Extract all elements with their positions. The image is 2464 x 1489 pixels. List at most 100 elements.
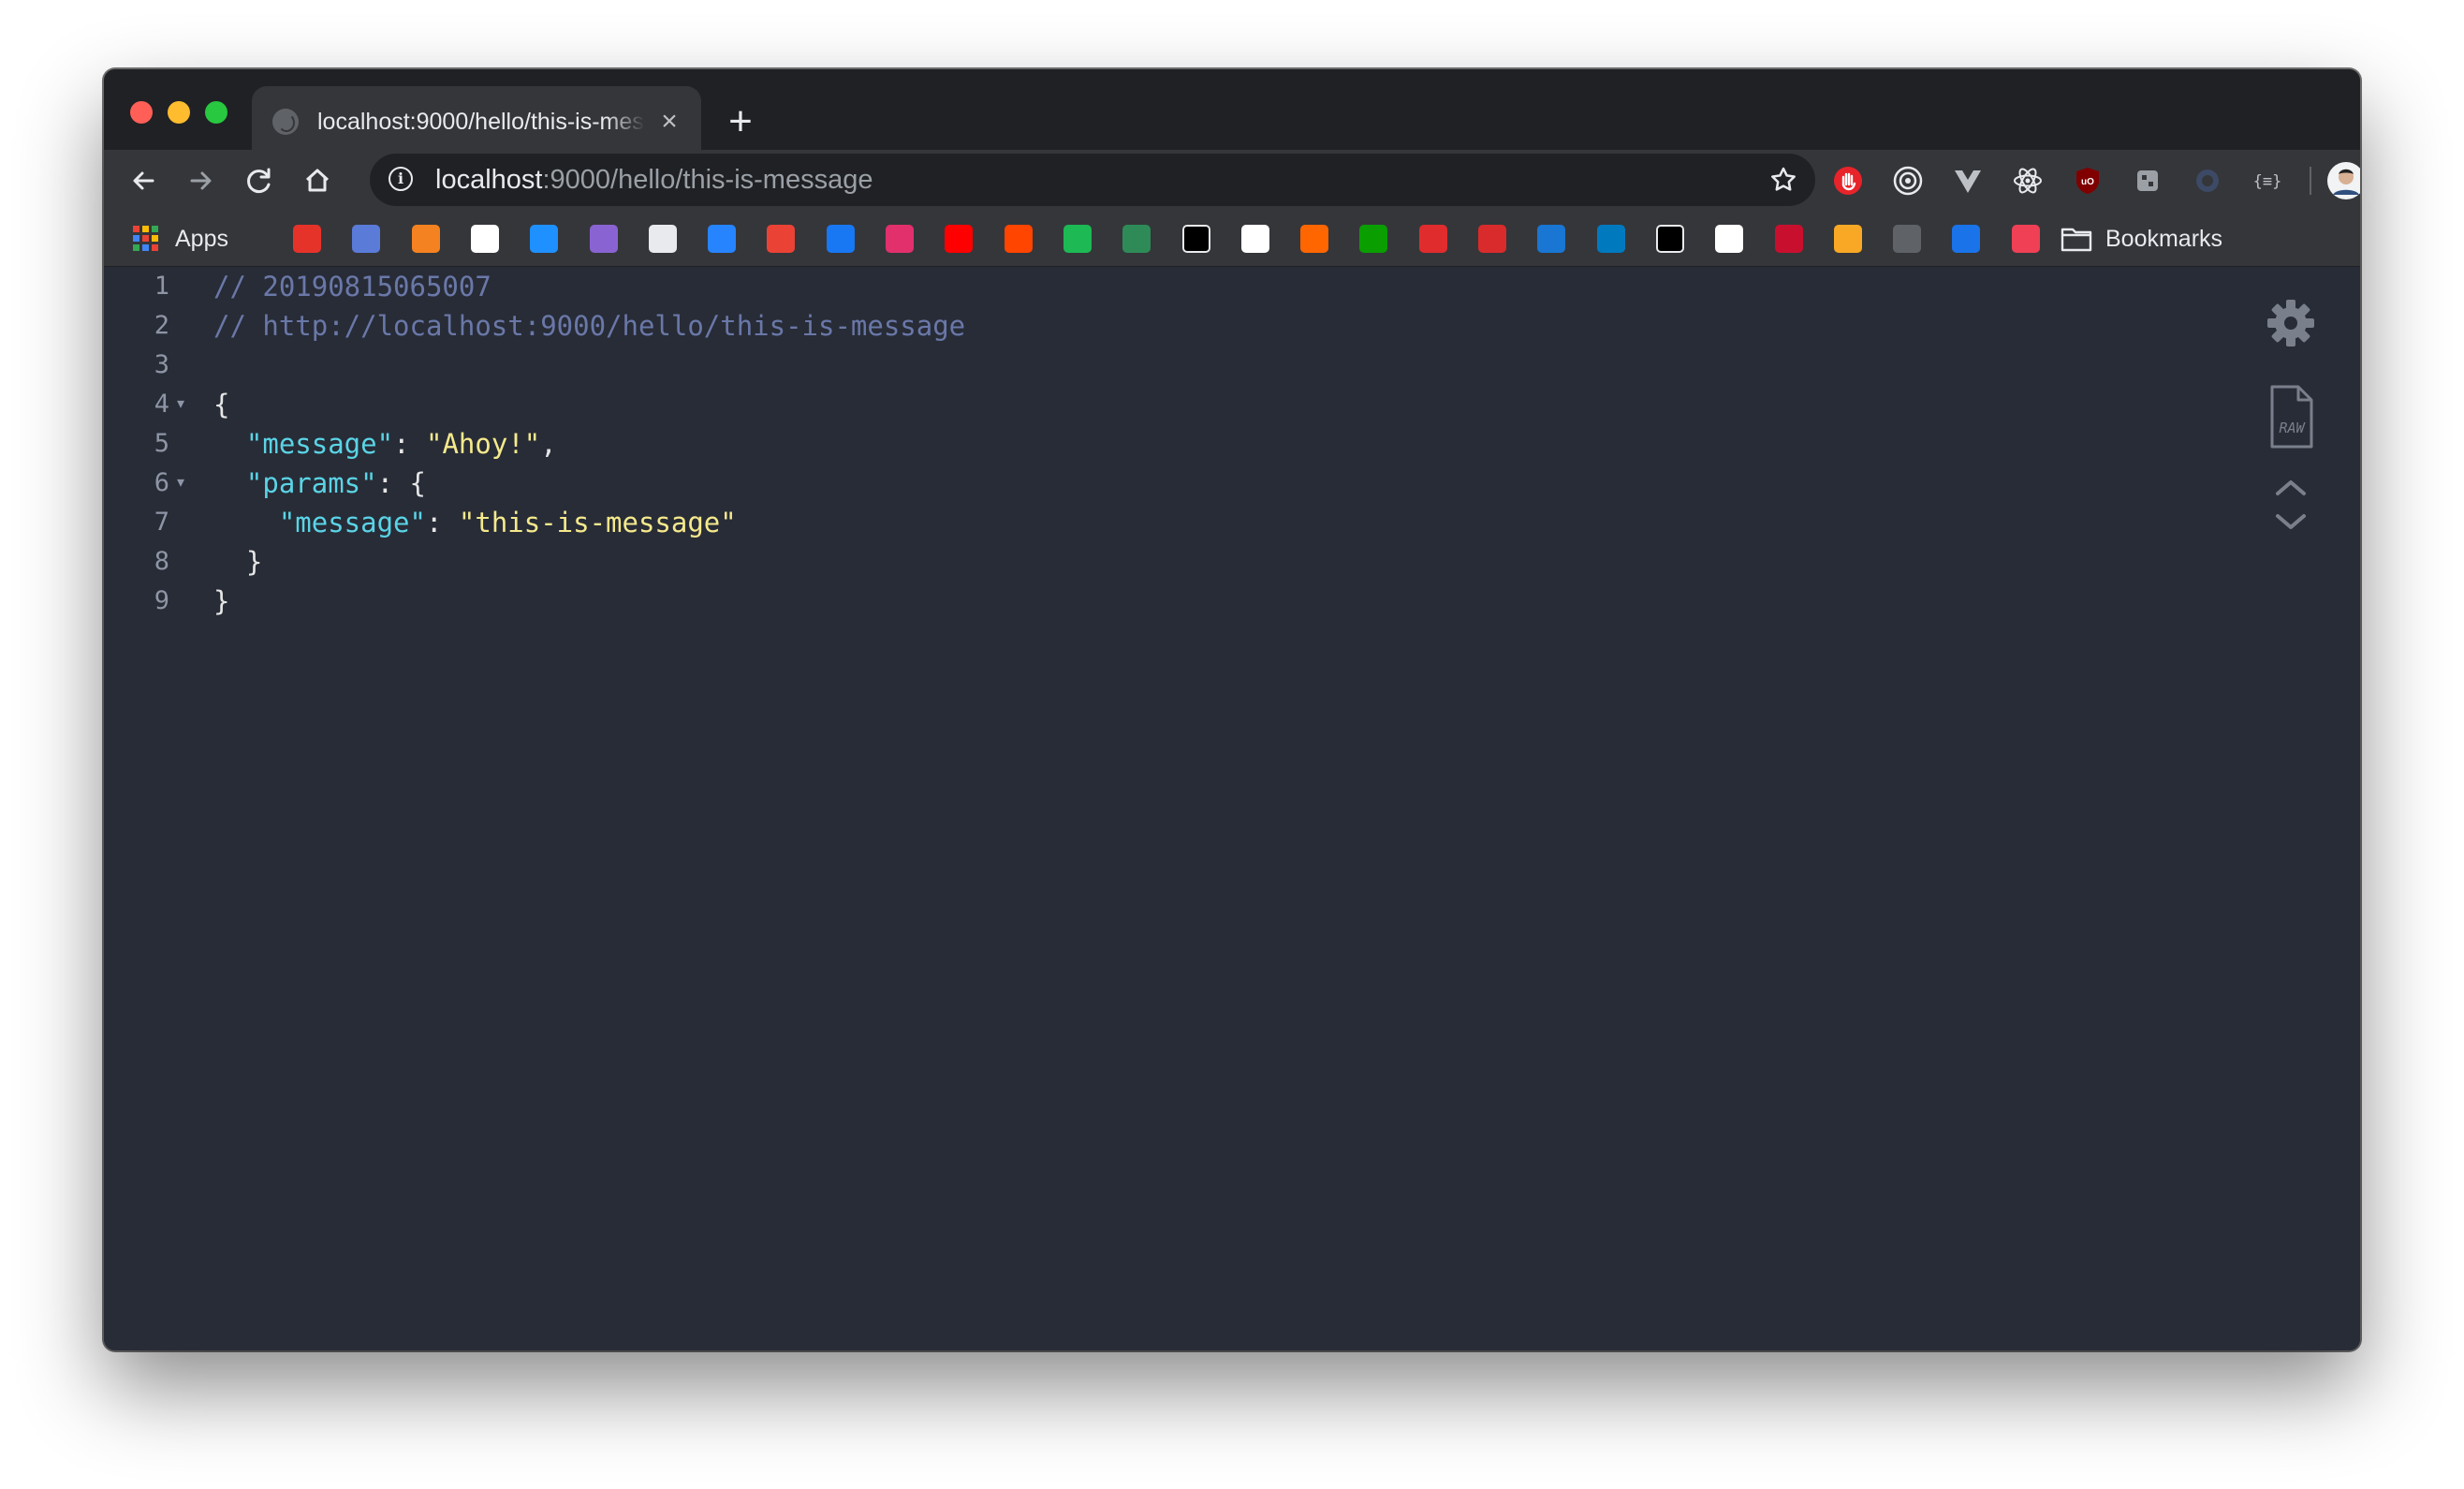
bookmark-favicon-icon[interactable] [1241,225,1269,253]
circle-icon[interactable] [2192,165,2223,197]
star-icon[interactable] [1768,165,1798,195]
bookmark-favicon-icon[interactable] [767,225,795,253]
folder-icon[interactable] [2061,225,2092,253]
bookmark-favicon-icon[interactable] [412,225,440,253]
line-number: 4 [154,390,169,419]
arrow-left-icon[interactable] [125,162,162,199]
bookmark-apps-label[interactable]: Apps [175,223,228,255]
json-punct: } [213,585,230,617]
json-punct [213,507,279,538]
bookmark-favicon-icon[interactable] [827,225,855,253]
bookmark-favicon-icon[interactable] [471,225,499,253]
bookmark-folder-label[interactable]: Bookmarks [2105,223,2222,255]
line-number: 5 [154,429,169,458]
line-number: 2 [154,311,169,340]
json-punct: : { [376,467,426,499]
bookmark-favicon-icon[interactable] [1656,225,1684,253]
code-comment: // 20190815065007 [213,271,491,302]
tab-active[interactable]: localhost:9000/hello/this-is-message × [252,86,701,150]
bookmark-favicon-icon[interactable] [1893,225,1921,253]
tab-strip: localhost:9000/hello/this-is-message × + [104,69,2360,150]
toolbar-divider [2310,167,2311,195]
bookmark-favicon-icon[interactable] [708,225,736,253]
globe-icon [272,109,299,135]
bookmark-favicon-icon[interactable] [649,225,677,253]
bookmark-favicon-icon[interactable] [1005,225,1033,253]
json-punct: , [540,428,557,460]
line-number: 8 [154,547,169,576]
reload-icon[interactable] [241,162,278,199]
code-line: // 20190815065007 [213,267,491,306]
bookmark-favicon-icon[interactable] [886,225,914,253]
minimize-window-button[interactable] [168,101,190,124]
code-line: "message": "Ahoy!", [213,424,557,464]
fold-toggle-icon[interactable]: ▾ [171,385,190,424]
json-string: "Ahoy!" [425,428,541,460]
ublock-icon[interactable]: uO [2072,165,2104,197]
line-number: 1 [154,272,169,301]
address-bar[interactable]: i localhost:9000/hello/this-is-message [370,154,1815,206]
json-string: "this-is-message" [458,507,737,538]
react-icon[interactable] [2012,165,2044,197]
raw-file-icon[interactable]: RAW [2261,383,2321,450]
browser-window: localhost:9000/hello/this-is-message × +… [104,69,2360,1350]
raw-label: RAW [2279,420,2305,436]
bookmark-favicon-icon[interactable] [1952,225,1980,253]
bookmark-favicon-icon[interactable] [945,225,973,253]
line-number: 6 [154,468,169,497]
bookmark-favicon-icon[interactable] [1537,225,1565,253]
line-number: 3 [154,350,169,379]
json-punct: : [393,428,426,460]
bookmark-favicon-icon[interactable] [293,225,321,253]
code-line: // http://localhost:9000/hello/this-is-m… [213,306,965,346]
bookmark-favicon-icon[interactable] [590,225,618,253]
json-key: "message" [278,507,426,538]
bookmark-favicon-icon[interactable] [2012,225,2040,253]
arrow-right-icon[interactable] [183,162,220,199]
bookmark-favicon-icon[interactable] [1063,225,1092,253]
json-punct: } [213,546,263,578]
puzzle-icon[interactable] [2132,165,2163,197]
apps-grid-icon[interactable] [132,225,160,253]
bookmark-favicon-icon[interactable] [1834,225,1862,253]
json-braces-icon[interactable]: {≡} [2251,165,2283,197]
bookmark-favicon-icon[interactable] [352,225,380,253]
bookmark-favicon-icon[interactable] [1300,225,1328,253]
maximize-window-button[interactable] [205,101,227,124]
fold-toggle-icon[interactable]: ▾ [171,464,190,503]
svg-text:{≡}: {≡} [2253,172,2282,191]
json-punct: { [213,389,230,420]
bookmark-favicon-icon[interactable] [530,225,558,253]
bookmark-favicon-icon[interactable] [1122,225,1151,253]
bookmark-favicon-icon[interactable] [1419,225,1447,253]
bookmark-favicon-icon[interactable] [1478,225,1506,253]
json-punct: : [425,507,459,538]
vue-icon[interactable] [1952,165,1984,197]
code-line: "message": "this-is-message" [213,503,737,542]
bookmarks-bar: Apps Bookmarks [104,212,2360,267]
json-key: "params" [245,467,377,499]
hand-stop-icon[interactable] [1832,165,1864,197]
home-icon[interactable] [299,162,336,199]
info-icon[interactable]: i [389,167,413,191]
json-punct [213,467,246,499]
url-text[interactable]: localhost:9000/hello/this-is-message [435,163,873,197]
json-viewer: 1 // 20190815065007 2 // http://localhost:9… [104,267,2360,1350]
json-punct [213,428,246,460]
svg-text:uO: uO [2081,177,2094,187]
bookmark-favicon-icon[interactable] [1182,225,1210,253]
bookmark-favicon-icon[interactable] [1775,225,1803,253]
gear-icon[interactable] [2263,295,2319,351]
target-icon[interactable] [1892,165,1924,197]
bookmark-favicon-icon[interactable] [1715,225,1743,253]
bookmark-favicon-icon[interactable] [1359,225,1387,253]
toolbar: i localhost:9000/hello/this-is-message u… [104,150,2360,212]
close-icon[interactable]: × [656,108,682,136]
bookmark-favicon-icon[interactable] [1597,225,1625,253]
code-line: } [213,582,229,621]
chevron-up-down-icon[interactable] [2270,477,2311,533]
close-window-button[interactable] [130,101,153,124]
avatar-icon[interactable] [2326,161,2360,200]
tab-title: localhost:9000/hello/this-is-message [317,109,645,135]
plus-icon[interactable]: + [724,101,757,142]
